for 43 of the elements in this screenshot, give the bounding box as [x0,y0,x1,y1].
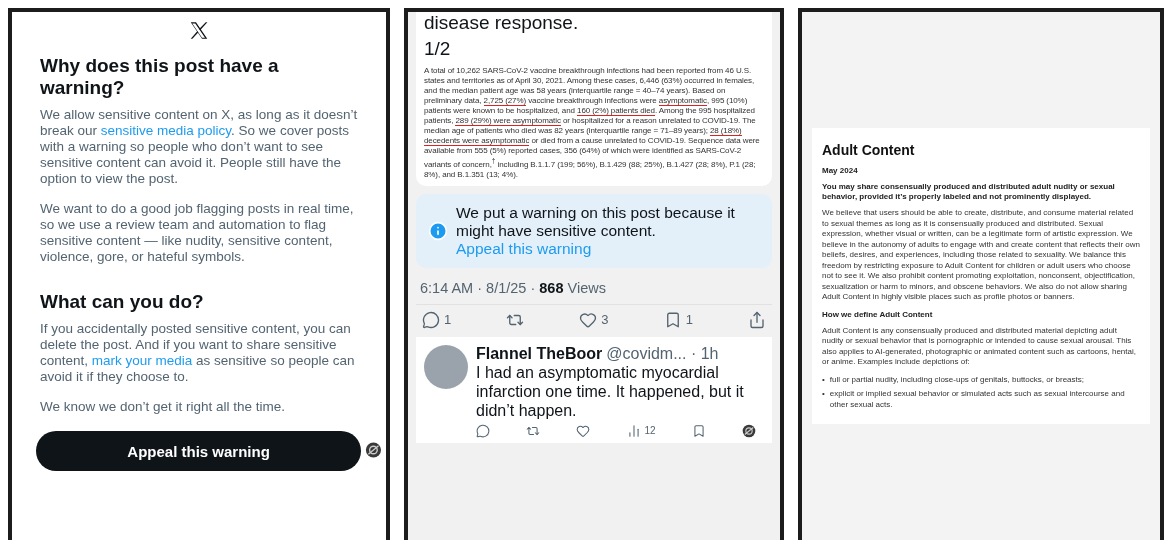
article-excerpt: A total of 10,262 SARS-CoV-2 vaccine breakthrough infections had been reported from 46 U.S. states and territories as of April 30, 2021. Among these cases, 6,446 (63%) occurred in females, and the median patient age was 58 years (interquartile range = 40–74 years). Based on preliminary data, 2,725 (27%) vaccine breakthrough infections were asymptomatic, 995 (10%) patients were known to be hospitalized, and 160 (2%) patients died. Among the 995 hospitalized patients, 289 (29%) were asymptomatic or hospitalized for a reason unrelated to COVID-19. The median age of patients who died was 82 years (interquartile range = 71–89 years); 28 (18%) decedents were asymptomatic or died from a cause unrelated to COVID-19. Sequence data were available from 555 (5%) reported cases, 356 (64%) of which were identified as SARS-CoV-2 variants of concern,$^{†}$ including B.1.1.7 (199; 56%), B.1.429 (88; 25%), B.1.427 (28; 8%), P.1 (28; 8%), and B.1.351 (13; 4%). [424,66,761,180]
post-timestamp: 6:14 AM · 8/1/25 · 868 Views [416,267,772,305]
heading: What can you do? [40,291,205,313]
notice-text: We put a warning on this post because it might have sensitive content. Appeal this warning [456,203,736,258]
author-handle: @covidm... · 1h [606,344,719,363]
heart-icon[interactable] [579,310,598,329]
share-icon[interactable] [747,310,766,329]
action-count: 3 [601,312,609,328]
circle-icon[interactable] [742,423,756,438]
policy-date: May 2024 [822,166,859,176]
paragraph: If you accidentally posted sensitive content, you can delete the post. And if you want to share sensitive content, mark your media as sensitive so people can avoid it if they choose to. [40,321,356,385]
action-count: 1 [685,312,693,328]
action-count: 1 [444,312,452,328]
reply-icon[interactable] [476,423,490,438]
policy-link[interactable]: mark your media [91,353,193,368]
post-text: 1/2 [424,37,452,61]
appeal-link[interactable]: Appeal this warning [456,239,592,257]
appeal-button[interactable]: Appeal this warning [36,431,362,471]
circle-icon[interactable] [365,441,382,459]
bookmark-icon[interactable] [691,423,706,438]
author-name: Flannel TheBoor [476,344,603,363]
policy-lead: You may share consensually produced and distributed adult nudity or sexual behavior, provided it’s properly labeled and not prominently displayed. [822,182,1116,202]
paragraph: We want to do a good job flagging posts in real time, so we use a review team and automation to flag sensitive content — like nudity, sensitive content, violence, gore, or hateful symbols. [40,201,355,265]
avatar [424,344,468,389]
section-heading: How we define Adult Content [822,309,934,320]
paragraph: We allow sensitive content on X, as long as it doesn’t break our sensitive media policy. So we cover posts with a warning so people who don’t want to see sensitive content can avoid it. People still have the option to view the post. [40,107,358,187]
policy-title: Adult Content [822,142,916,158]
post-text: disease response. [424,12,580,34]
bullet-mark: • [822,389,825,400]
bullet-mark: • [822,374,825,385]
x-logo-icon [190,22,208,39]
policy-bullet: explicit or implied sexual behavior or simulated acts such as sexual intercourse and other sexual acts. [829,389,1126,410]
policy-text: Adult Content is any consensually produced and distributed material depicting adult nudity or sexual behavior that is pornographic or intended to cause sexual arousal. This also applies to AI-generated, photographic or animated content such as cartoons, hentai, or anime. Examples include depictions of: [822,325,1137,368]
paragraph: We know we don’t get it right all the time. [40,399,287,415]
heading: Why does this post have a warning? [40,55,280,99]
bar-chart-icon[interactable] [626,423,641,438]
policy-text: We believe that users should be able to create, distribute, and consume material related to sexual themes as long as it is consensually produced and distributed. Sexual expression, whether visual or written, can be a legitimate form of artistic expression. We believe in the autonomy of adults to engage with and create content that reflects their own beliefs, desires, and experiences, including those related to sexuality. We balance this freedom by restricting exposure to Adult Content for children or adult users who choose not to see it. We also prohibit content promoting exploitation, nonconsent, objectification, sexualization or harm to minors, and obscene behaviors. We also do not allow sharing Adult Content in highly visible places such as profile photos or banners. [822,208,1140,303]
reply-text: I had an asymptomatic myocardial infarction one time. It happened, but it didn’t happen. [476,362,745,420]
action-count: 12 [644,425,656,437]
reply-icon[interactable] [422,310,440,329]
info-icon [428,220,448,241]
heart-icon[interactable] [576,423,591,438]
policy-bullet: full or partial nudity, including close-ups of genitals, buttocks, or breasts; [829,374,1084,385]
